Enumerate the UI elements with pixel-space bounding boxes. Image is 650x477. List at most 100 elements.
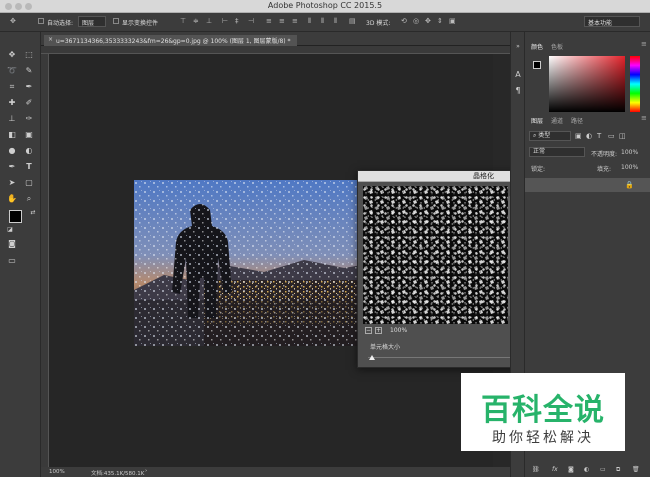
filter-preview[interactable]	[363, 186, 508, 324]
filter-pixel-icon[interactable]: ▣	[575, 132, 582, 140]
title-bar: Adobe Photoshop CC 2015.5	[0, 0, 650, 13]
zoom-out-button[interactable]: −	[365, 327, 372, 334]
document-tab[interactable]: × u=3671134366,3533333243&fm=26&gp=0.jpg…	[44, 35, 297, 46]
pen-tool-icon[interactable]: ✒	[5, 160, 19, 174]
fill-label: 填充:	[597, 166, 612, 173]
healing-brush-tool-icon[interactable]: ✚	[5, 96, 19, 110]
layer-kind-filter[interactable]: ⌕ 类型	[529, 131, 571, 141]
new-group-icon[interactable]: ▭	[600, 466, 606, 473]
adjustment-layer-icon[interactable]: ◐	[584, 466, 589, 473]
filter-shape-icon[interactable]: ▭	[608, 132, 615, 140]
vertical-ruler[interactable]	[41, 54, 49, 467]
zoom-in-button[interactable]: +	[375, 327, 382, 334]
auto-select-checkbox[interactable]	[38, 18, 44, 24]
filter-type-icon[interactable]: T	[597, 132, 601, 140]
distribute-right-icon[interactable]: ⫴	[334, 17, 337, 26]
slide-3d-icon[interactable]: ⇕	[437, 17, 443, 25]
dodge-tool-icon[interactable]: ◐	[22, 144, 36, 158]
color-panel-menu-icon[interactable]: ≡	[641, 40, 647, 48]
rotate-3d-icon[interactable]: ⟲	[401, 17, 407, 25]
roll-3d-icon[interactable]: ◎	[413, 17, 419, 25]
fx-button[interactable]: fx	[552, 466, 558, 473]
blur-tool-icon[interactable]: ●	[5, 144, 19, 158]
document-tab-bar: × u=3671134366,3533333243&fm=26&gp=0.jpg…	[41, 32, 510, 46]
collapse-panels-icon[interactable]: »	[511, 40, 525, 54]
panel-foreground-swatch[interactable]	[533, 61, 541, 69]
zoom-tool-icon[interactable]: ⌕	[22, 192, 36, 206]
lasso-tool-icon[interactable]: ➰	[5, 64, 19, 78]
distribute-bottom-icon[interactable]: ≡	[292, 17, 298, 25]
city-night-photo	[134, 180, 368, 346]
scale-3d-icon[interactable]: ▣	[449, 17, 456, 25]
align-center-icon[interactable]: ‡	[235, 17, 239, 25]
character-panel-icon[interactable]: A	[511, 68, 525, 82]
distribute-center-icon[interactable]: ⫴	[321, 17, 324, 26]
show-transform-label: 显示变换控件	[122, 20, 159, 27]
move-tool-icon[interactable]: ✥	[5, 48, 19, 62]
horizontal-ruler[interactable]	[41, 46, 510, 54]
paragraph-panel-icon[interactable]: ¶	[511, 84, 525, 98]
layer-row[interactable]: 🔒	[525, 178, 650, 192]
cell-size-label: 单元格大小	[370, 344, 401, 351]
auto-select-label: 自动选择:	[47, 20, 74, 27]
tab-channels[interactable]: 通道	[551, 116, 563, 125]
move-tool-icon[interactable]: ✥	[10, 17, 16, 25]
clone-stamp-tool-icon[interactable]: ⊥	[5, 112, 19, 126]
close-tab-icon[interactable]: ×	[48, 36, 53, 43]
swap-colors-icon[interactable]: ⇄	[26, 206, 40, 220]
default-colors-icon[interactable]: ◪	[3, 223, 17, 237]
gradient-tool-icon[interactable]: ▣	[22, 128, 36, 142]
add-mask-icon[interactable]: ◙	[568, 466, 574, 473]
workspace-dropdown[interactable]: 基本功能	[584, 16, 640, 27]
brush-tool-icon[interactable]: ✐	[22, 96, 36, 110]
quick-mask-icon[interactable]: ◙	[5, 237, 19, 251]
align-top-icon[interactable]: ⊤	[180, 17, 186, 25]
marquee-tool-icon[interactable]: ⬚	[22, 48, 36, 62]
quick-select-tool-icon[interactable]: ✎	[22, 64, 36, 78]
show-transform-checkbox[interactable]	[113, 18, 119, 24]
status-menu-arrow-icon[interactable]: ›	[145, 468, 147, 474]
hue-slider[interactable]	[630, 56, 640, 112]
tab-layers[interactable]: 图层	[531, 116, 543, 125]
tab-color[interactable]: 颜色	[531, 42, 543, 51]
fill-value[interactable]: 100%	[621, 164, 638, 171]
opacity-value[interactable]: 100%	[621, 149, 638, 156]
eraser-tool-icon[interactable]: ◧	[5, 128, 19, 142]
lock-icon: 🔒	[625, 181, 634, 189]
new-layer-icon[interactable]: ⧉	[616, 466, 620, 474]
zoom-level[interactable]: 100%	[49, 469, 65, 475]
link-layers-icon[interactable]: ⛓	[532, 466, 540, 473]
cell-size-slider-thumb[interactable]	[369, 355, 375, 360]
blend-mode-dropdown[interactable]: 正常	[529, 147, 585, 157]
filter-adjustment-icon[interactable]: ◐	[586, 132, 592, 140]
tab-swatches[interactable]: 色板	[551, 42, 563, 51]
distribute-left-icon[interactable]: ⫴	[308, 17, 311, 26]
distribute-top-icon[interactable]: ≡	[266, 17, 272, 25]
type-tool-icon[interactable]: T	[22, 160, 36, 174]
layers-panel-menu-icon[interactable]: ≡	[641, 114, 647, 122]
foreground-color-swatch[interactable]	[9, 210, 22, 223]
distribute-middle-icon[interactable]: ≡	[279, 17, 285, 25]
document-info[interactable]: 文档:435.1K/580.1K	[91, 469, 144, 477]
photoshop-window: Adobe Photoshop CC 2015.5 ✥ 自动选择: 图层 显示变…	[0, 0, 650, 477]
document-image[interactable]	[134, 180, 368, 346]
rectangle-tool-icon[interactable]: ▢	[22, 176, 36, 190]
eyedropper-tool-icon[interactable]: ✒	[22, 80, 36, 94]
history-brush-tool-icon[interactable]: ✑	[22, 112, 36, 126]
hand-tool-icon[interactable]: ✋	[5, 192, 19, 206]
auto-align-icon[interactable]: ▤	[349, 17, 356, 25]
align-bottom-icon[interactable]: ⊥	[206, 17, 212, 25]
path-select-tool-icon[interactable]: ➤	[5, 176, 19, 190]
tools-panel: ✥ ⬚ ➰ ✎ ⌗ ✒ ✚ ✐ ⊥ ✑ ◧ ▣ ● ◐ ✒ T ➤ ▢ ✋ ⌕ …	[0, 32, 41, 477]
align-middle-icon[interactable]: ≑	[193, 17, 199, 25]
align-right-icon[interactable]: ⊣	[248, 17, 254, 25]
drag-3d-icon[interactable]: ✥	[425, 17, 431, 25]
tab-paths[interactable]: 路径	[571, 116, 583, 125]
auto-select-dropdown[interactable]: 图层	[78, 16, 106, 27]
align-left-icon[interactable]: ⊢	[222, 17, 228, 25]
color-picker-field[interactable]	[549, 56, 625, 112]
filter-smart-object-icon[interactable]: ◫	[619, 132, 626, 140]
crop-tool-icon[interactable]: ⌗	[5, 80, 19, 94]
screen-mode-icon[interactable]: ▭	[5, 254, 19, 268]
delete-layer-icon[interactable]: 🗑	[632, 466, 640, 473]
